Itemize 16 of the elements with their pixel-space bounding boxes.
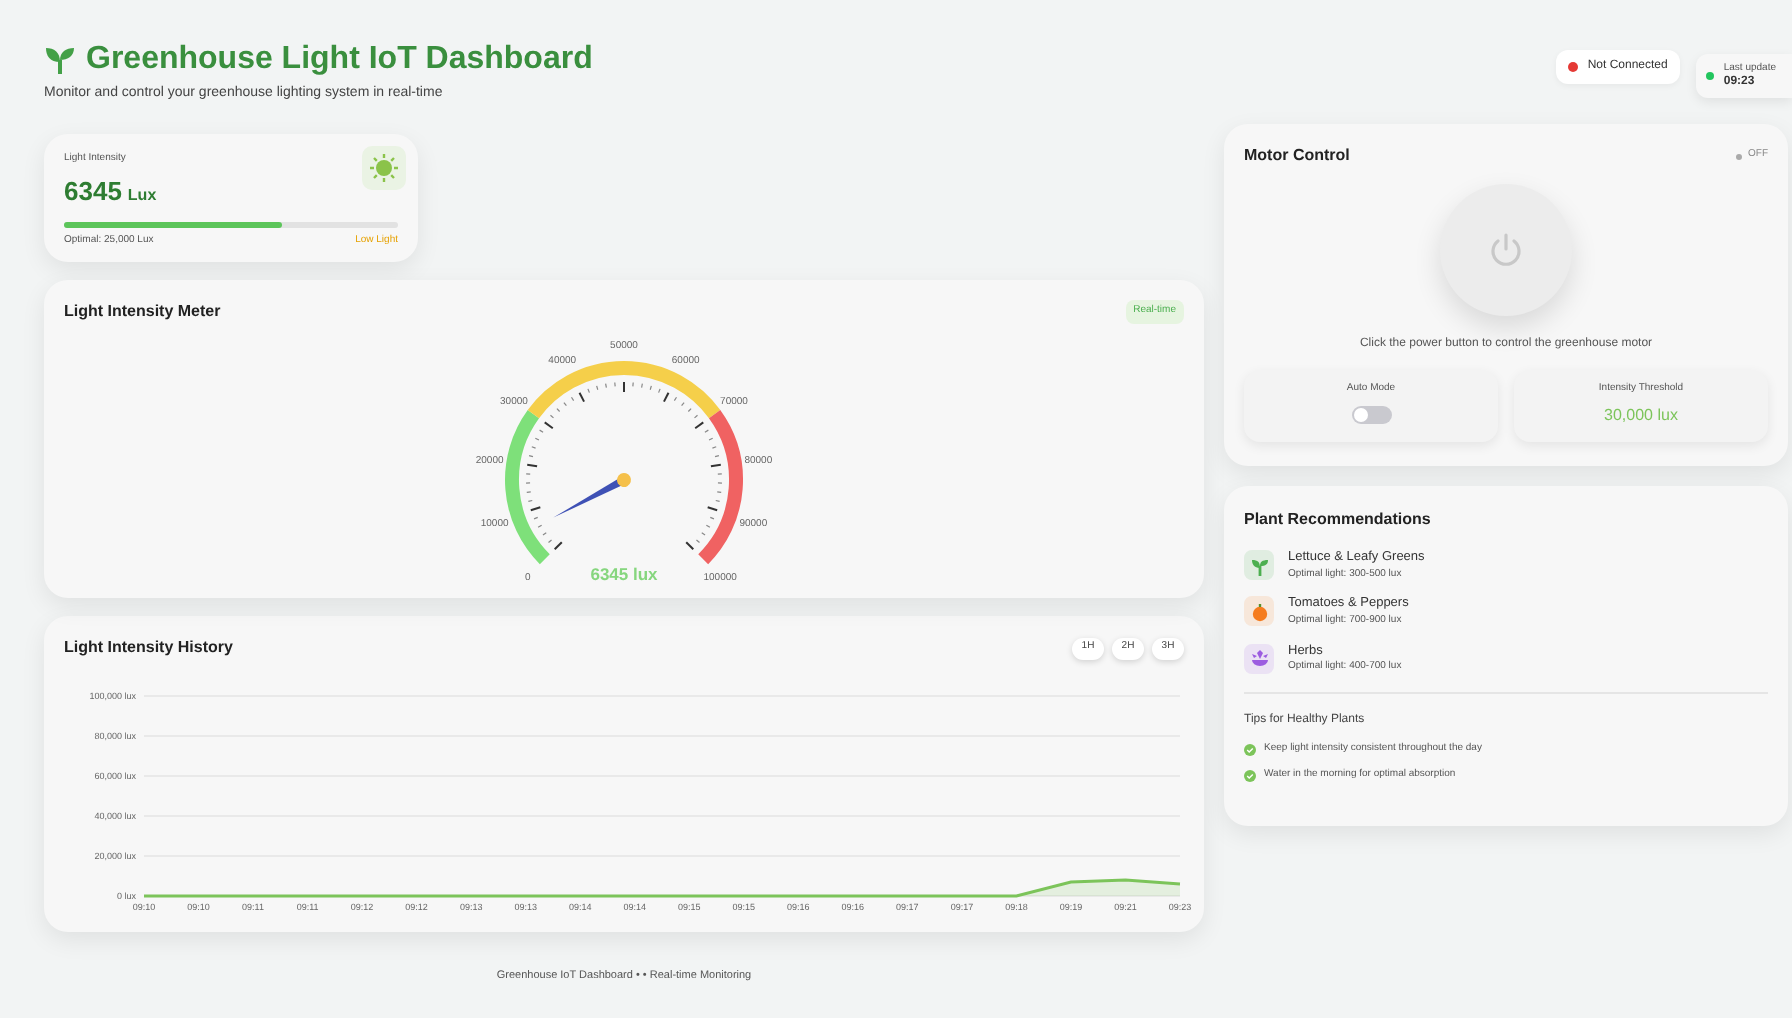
card-title: Light Intensity Meter (64, 300, 221, 324)
toggle-switch[interactable] (1351, 405, 1391, 423)
threshold-value: 30,000 lux (1604, 403, 1678, 427)
card-title: Light Intensity History (64, 636, 233, 660)
gauge-needle (553, 473, 631, 518)
sprout-icon (44, 44, 76, 76)
intensity-value: 6345 (64, 173, 122, 209)
sun-icon (362, 146, 406, 190)
page-title: Greenhouse Light IoT Dashboard (86, 40, 593, 80)
intensity-unit: Lux (127, 183, 157, 207)
card-title: Plant Recommendations (1244, 508, 1433, 532)
check-icon (1244, 743, 1256, 755)
gauge-reading: 6345 lux (590, 564, 658, 584)
power-icon (1488, 232, 1524, 268)
card-title: Motor Control (1244, 144, 1350, 168)
check-icon (1244, 770, 1256, 782)
